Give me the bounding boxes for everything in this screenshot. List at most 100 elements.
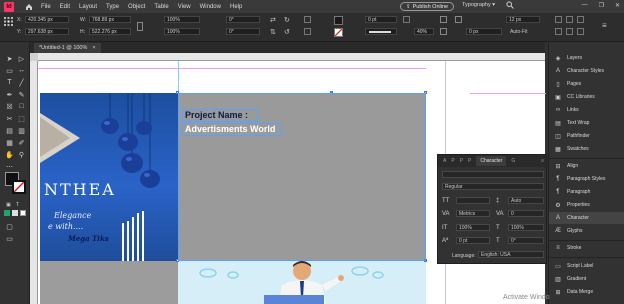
close-icon[interactable]: ✕ [615,2,620,9]
formatting-text-icon[interactable]: T [13,200,22,209]
fit-frame-icon[interactable] [566,28,573,35]
panel-tab-character[interactable]: Character [476,156,507,166]
document-tab[interactable]: *Untitled-1 @ 100% × [34,43,101,53]
scale-y-field[interactable]: 100% [164,28,200,35]
vertical-scale-field[interactable]: 100% [456,224,490,231]
gap-tool-icon[interactable]: ↔ [17,66,26,75]
stroke-type-select[interactable] [365,28,397,35]
menu-type[interactable]: Type [106,4,119,10]
dock-item-text-wrap[interactable]: ▤ Text Wrap [549,117,624,129]
formatting-container-icon[interactable]: ▣ [4,200,13,209]
opacity-field[interactable]: 40% [414,28,434,35]
shadow-icon[interactable] [440,28,447,35]
gradient-tool-icon[interactable]: ▤ [5,126,14,135]
rectangle-tool-icon[interactable]: □ [17,102,26,111]
hand-tool-icon[interactable]: ✋ [5,150,14,159]
rotate-field[interactable]: 0° [226,16,260,23]
dock-item-paragraph-styles[interactable]: ¶ Paragraph Styles [549,173,624,185]
menu-view[interactable]: View [178,4,191,10]
auto-fit-label[interactable]: Auto-Fit [510,29,528,35]
fit-proportional-icon[interactable] [577,28,584,35]
font-family-select[interactable] [442,171,544,178]
constrain-proportions-icon[interactable] [137,22,143,31]
fitting-icon[interactable] [555,16,562,23]
dock-item-layers[interactable]: ◈ Layers [549,52,624,64]
menu-window[interactable]: Window [200,4,221,10]
free-transform-tool-icon[interactable]: ⬚ [17,114,26,123]
selection-tool-icon[interactable]: ➤ [5,54,14,63]
dock-item-cc-libraries[interactable]: ▣ CC Libraries [549,91,624,103]
baseline-shift-field[interactable]: 0 pt [456,237,490,244]
gray-lower-frame[interactable] [40,261,178,304]
menu-object[interactable]: Object [128,4,145,10]
more-tools-icon[interactable]: ⋯ [5,162,14,171]
stroke-weight-field[interactable]: 0 pt [365,16,397,23]
dock-item-stroke[interactable]: ≡ Stroke [549,242,624,254]
dock-item-character[interactable]: A Character [549,212,624,224]
reference-x-field[interactable]: 0 px [466,28,502,35]
dock-item-script-label[interactable]: ▭ Script Label [549,260,624,272]
rectangle-frame-tool-icon[interactable]: ☒ [5,102,14,111]
close-tab-icon[interactable]: × [92,45,95,51]
dock-item-character-styles[interactable]: A Character Styles [549,65,624,77]
select-container-icon[interactable] [304,16,311,23]
panel-tab-a[interactable]: A [443,158,446,164]
search-icon[interactable] [506,1,514,9]
apply-gradient-icon[interactable] [12,210,18,216]
stroke-swatch-icon[interactable] [334,28,343,37]
stroke-color-icon[interactable] [12,180,26,194]
dock-item-paragraph[interactable]: ¶ Paragraph [549,186,624,198]
reference-point-icon[interactable] [4,17,13,26]
panel-menu-icon[interactable]: ≡ [541,158,544,164]
dock-item-pathfinder[interactable]: ◫ Pathfinder [549,130,624,142]
font-style-select[interactable]: Regular [442,183,544,190]
horizontal-scale-field[interactable]: 100% [508,224,544,231]
illustration-frame[interactable] [178,261,426,304]
panel-menu-icon[interactable]: ≡ [602,21,607,30]
menu-help[interactable]: Help [230,4,242,10]
dock-item-data-merge[interactable]: ⊞ Data Merge [549,286,624,298]
publish-online-button[interactable]: ⇪ Publish Online [400,2,455,11]
corner-options-icon[interactable] [455,16,462,23]
fit-size-field[interactable]: 12 px [506,16,540,23]
leading-field[interactable]: Auto [508,197,544,204]
preview-mode-icon[interactable]: ▭ [5,234,14,243]
dock-item-pages[interactable]: ▯ Pages [549,78,624,90]
kerning-field[interactable]: Metrics [456,210,490,217]
scissors-tool-icon[interactable]: ✂ [5,114,14,123]
dock-item-gradient[interactable]: ▥ Gradient [549,273,624,285]
maximize-icon[interactable]: ❐ [599,2,604,9]
x-field[interactable]: 420.345 px [25,16,69,23]
dock-item-swatches[interactable]: ▦ Swatches [549,143,624,155]
dock-item-properties[interactable]: ⚙ Properties [549,199,624,211]
apply-none-icon[interactable] [20,210,26,216]
menu-file[interactable]: File [41,4,51,10]
gradient-feather-tool-icon[interactable]: ▥ [17,126,26,135]
line-tool-icon[interactable]: ╱ [17,78,26,87]
dock-item-glyphs[interactable]: Æ Glyphs [549,225,624,237]
apply-color-icon[interactable] [4,210,10,216]
shear-field[interactable]: 0° [226,28,260,35]
language-select[interactable]: English: USA [478,251,544,258]
panel-tab-p3[interactable]: P [468,158,471,164]
type-tool-icon[interactable]: T [5,78,14,87]
tracking-field[interactable]: 0 [508,210,544,217]
rotate-cw-icon[interactable]: ↻ [284,16,290,24]
page-tool-icon[interactable]: ▭ [5,66,14,75]
horizontal-ruler[interactable] [30,53,545,61]
fit-content-icon[interactable] [555,28,562,35]
panel-tab-p2[interactable]: P [460,158,463,164]
y-field[interactable]: 297.638 px [25,28,69,35]
fx-icon[interactable] [403,16,410,23]
select-content-icon[interactable] [304,28,311,35]
menu-layout[interactable]: Layout [79,4,97,10]
pen-tool-icon[interactable]: ✒ [5,90,14,99]
dock-item-links[interactable]: ∞ Links [549,104,624,116]
font-size-field[interactable] [456,197,490,204]
direct-selection-tool-icon[interactable]: ▷ [17,54,26,63]
dock-item-align[interactable]: ⊟ Align [549,160,624,172]
ruler-origin[interactable] [30,53,38,61]
workspace-switcher[interactable]: Typography ▾ [462,2,495,8]
center-content-icon[interactable] [566,16,573,23]
w-field[interactable]: 768.89 px [89,16,131,23]
